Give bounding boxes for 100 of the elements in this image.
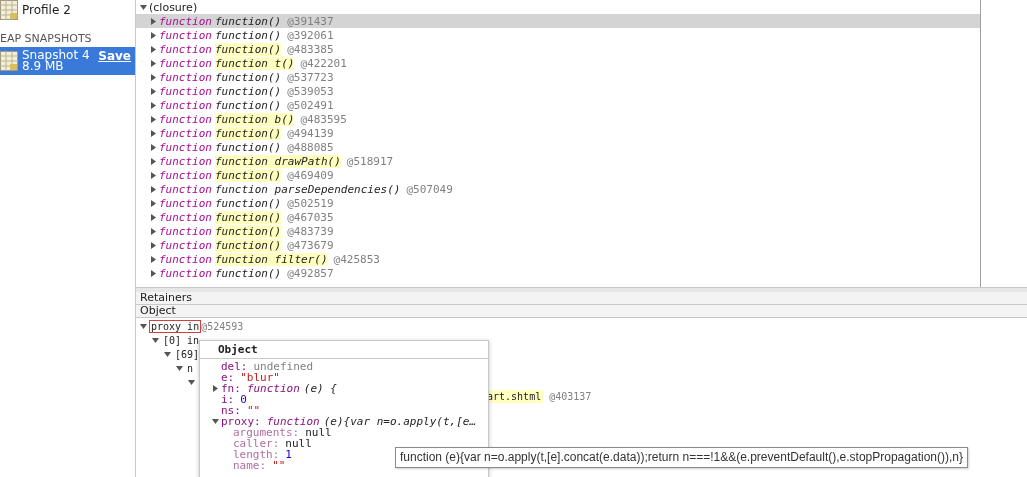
function-name: function()	[215, 42, 282, 56]
caret-down-icon[interactable]	[176, 364, 183, 372]
object-id: @518917	[346, 154, 394, 168]
function-name: function()	[215, 140, 282, 154]
object-row[interactable]: function function() @391437	[136, 14, 980, 28]
function-name: function()	[215, 196, 282, 210]
object-id: @483385	[287, 42, 334, 56]
function-name: function t()	[215, 56, 295, 70]
object-id: @403137	[549, 390, 592, 402]
type-label: function	[159, 14, 212, 28]
type-label: function	[159, 238, 212, 252]
save-link[interactable]: Save	[98, 49, 131, 63]
type-label: function	[159, 196, 212, 210]
object-id: @483595	[300, 112, 347, 126]
type-label: function	[159, 126, 212, 140]
type-label: function	[159, 28, 212, 42]
type-label: function	[159, 84, 212, 98]
caret-down-icon[interactable]	[140, 3, 147, 11]
object-id: @507049	[406, 182, 453, 196]
function-name: function()	[215, 266, 282, 280]
property-key: length:	[233, 448, 280, 461]
object-row[interactable]: function function() @539053	[136, 84, 980, 98]
object-id: @488085	[287, 140, 334, 154]
object-id: @425853	[333, 252, 380, 266]
object-id: @492857	[287, 266, 334, 280]
object-row[interactable]: function function() @467035	[136, 210, 980, 224]
caret-right-icon[interactable]	[212, 385, 219, 392]
object-row[interactable]: function function() @483739	[136, 224, 980, 238]
object-row[interactable]: function function() @473679	[136, 238, 980, 252]
function-name: function()	[215, 14, 282, 28]
object-row[interactable]: function function drawPath() @518917	[136, 154, 980, 168]
object-id: @473679	[287, 238, 334, 252]
object-row[interactable]: function function() @502519	[136, 196, 980, 210]
object-id: @392061	[287, 28, 334, 42]
type-label: function	[159, 70, 212, 84]
function-name: function drawPath()	[215, 154, 341, 168]
object-id: @502519	[287, 196, 334, 210]
property-value: function	[266, 415, 320, 428]
function-name: function()	[215, 238, 282, 252]
type-label: function	[159, 252, 212, 266]
panel-title: Retainers	[136, 292, 1027, 305]
function-name: function()	[215, 224, 282, 238]
property-key: caller:	[233, 437, 280, 450]
column-header: Object	[136, 305, 1027, 318]
function-name: function()	[215, 126, 282, 140]
object-row[interactable]: function function() @392061	[136, 28, 980, 42]
function-name: function parseDependencies()	[215, 182, 401, 196]
object-id: @483739	[287, 224, 334, 238]
function-name: function()	[215, 28, 282, 42]
property-key: ns:	[221, 404, 241, 417]
object-id: @422201	[300, 56, 347, 70]
object-id: @467035	[287, 210, 334, 224]
property-value: function	[246, 382, 300, 395]
type-label: function	[159, 224, 212, 238]
property-value: null	[285, 437, 312, 450]
function-name: function()	[215, 210, 282, 224]
property-value: ""	[272, 459, 286, 472]
profile-item[interactable]: Profile 2	[0, 0, 135, 22]
property-value: 0	[240, 393, 247, 406]
tooltip: function (e){var n=o.apply(t,[e].concat(e.data));return n===!1&&(e.preventDefault(),e.stopPropagation()),n}	[395, 447, 968, 468]
object-row[interactable]: function function() @469409	[136, 168, 980, 182]
object-row[interactable]: function function() @537723	[136, 70, 980, 84]
caret-down-icon[interactable]	[152, 336, 159, 344]
function-signature: (e) {	[303, 382, 337, 395]
object-row[interactable]: function function() @483385	[136, 42, 980, 56]
type-label: function	[159, 210, 212, 224]
section-header: EAP SNAPSHOTS	[0, 31, 93, 47]
property-key: arguments:	[233, 426, 300, 439]
retainer-label: [0] in	[162, 333, 201, 347]
function-name: function filter()	[215, 252, 328, 266]
object-row[interactable]: function function() @492857	[136, 266, 980, 280]
property-key: i:	[221, 393, 235, 406]
popover-title: Object	[200, 341, 488, 359]
property-value: 1	[285, 448, 292, 461]
object-row[interactable]: function function() @502491	[136, 98, 980, 112]
object-row[interactable]: function function b() @483595	[136, 112, 980, 126]
function-signature: (e){var n=o.apply(t,[e…	[323, 415, 477, 428]
object-id: @524593	[201, 320, 244, 332]
object-row[interactable]: function function() @494139	[136, 126, 980, 140]
object-id: @391437	[287, 14, 334, 28]
caret-down-icon[interactable]	[140, 322, 147, 330]
type-label: function	[159, 112, 212, 126]
caret-down-icon[interactable]	[188, 378, 195, 386]
object-row[interactable]: function function parseDependencies() @507049	[136, 182, 980, 196]
object-id: @494139	[287, 126, 334, 140]
property-value: undefined	[253, 360, 314, 373]
object-id: @539053	[287, 84, 334, 98]
type-label: function	[159, 154, 212, 168]
type-label: function	[159, 182, 212, 196]
caret-down-icon[interactable]	[212, 418, 219, 425]
object-id: @502491	[287, 98, 334, 112]
retainer-label: [69]	[174, 347, 201, 361]
function-name: function()	[215, 98, 282, 112]
caret-down-icon[interactable]	[164, 350, 171, 358]
group-label: (closure)	[149, 0, 198, 14]
object-row[interactable]: function function t() @422201	[136, 56, 980, 70]
object-row[interactable]: function function filter() @425853	[136, 252, 980, 266]
object-row[interactable]: function function() @488085	[136, 140, 980, 154]
property-value: null	[305, 426, 332, 439]
property-key: fn:	[221, 382, 241, 395]
